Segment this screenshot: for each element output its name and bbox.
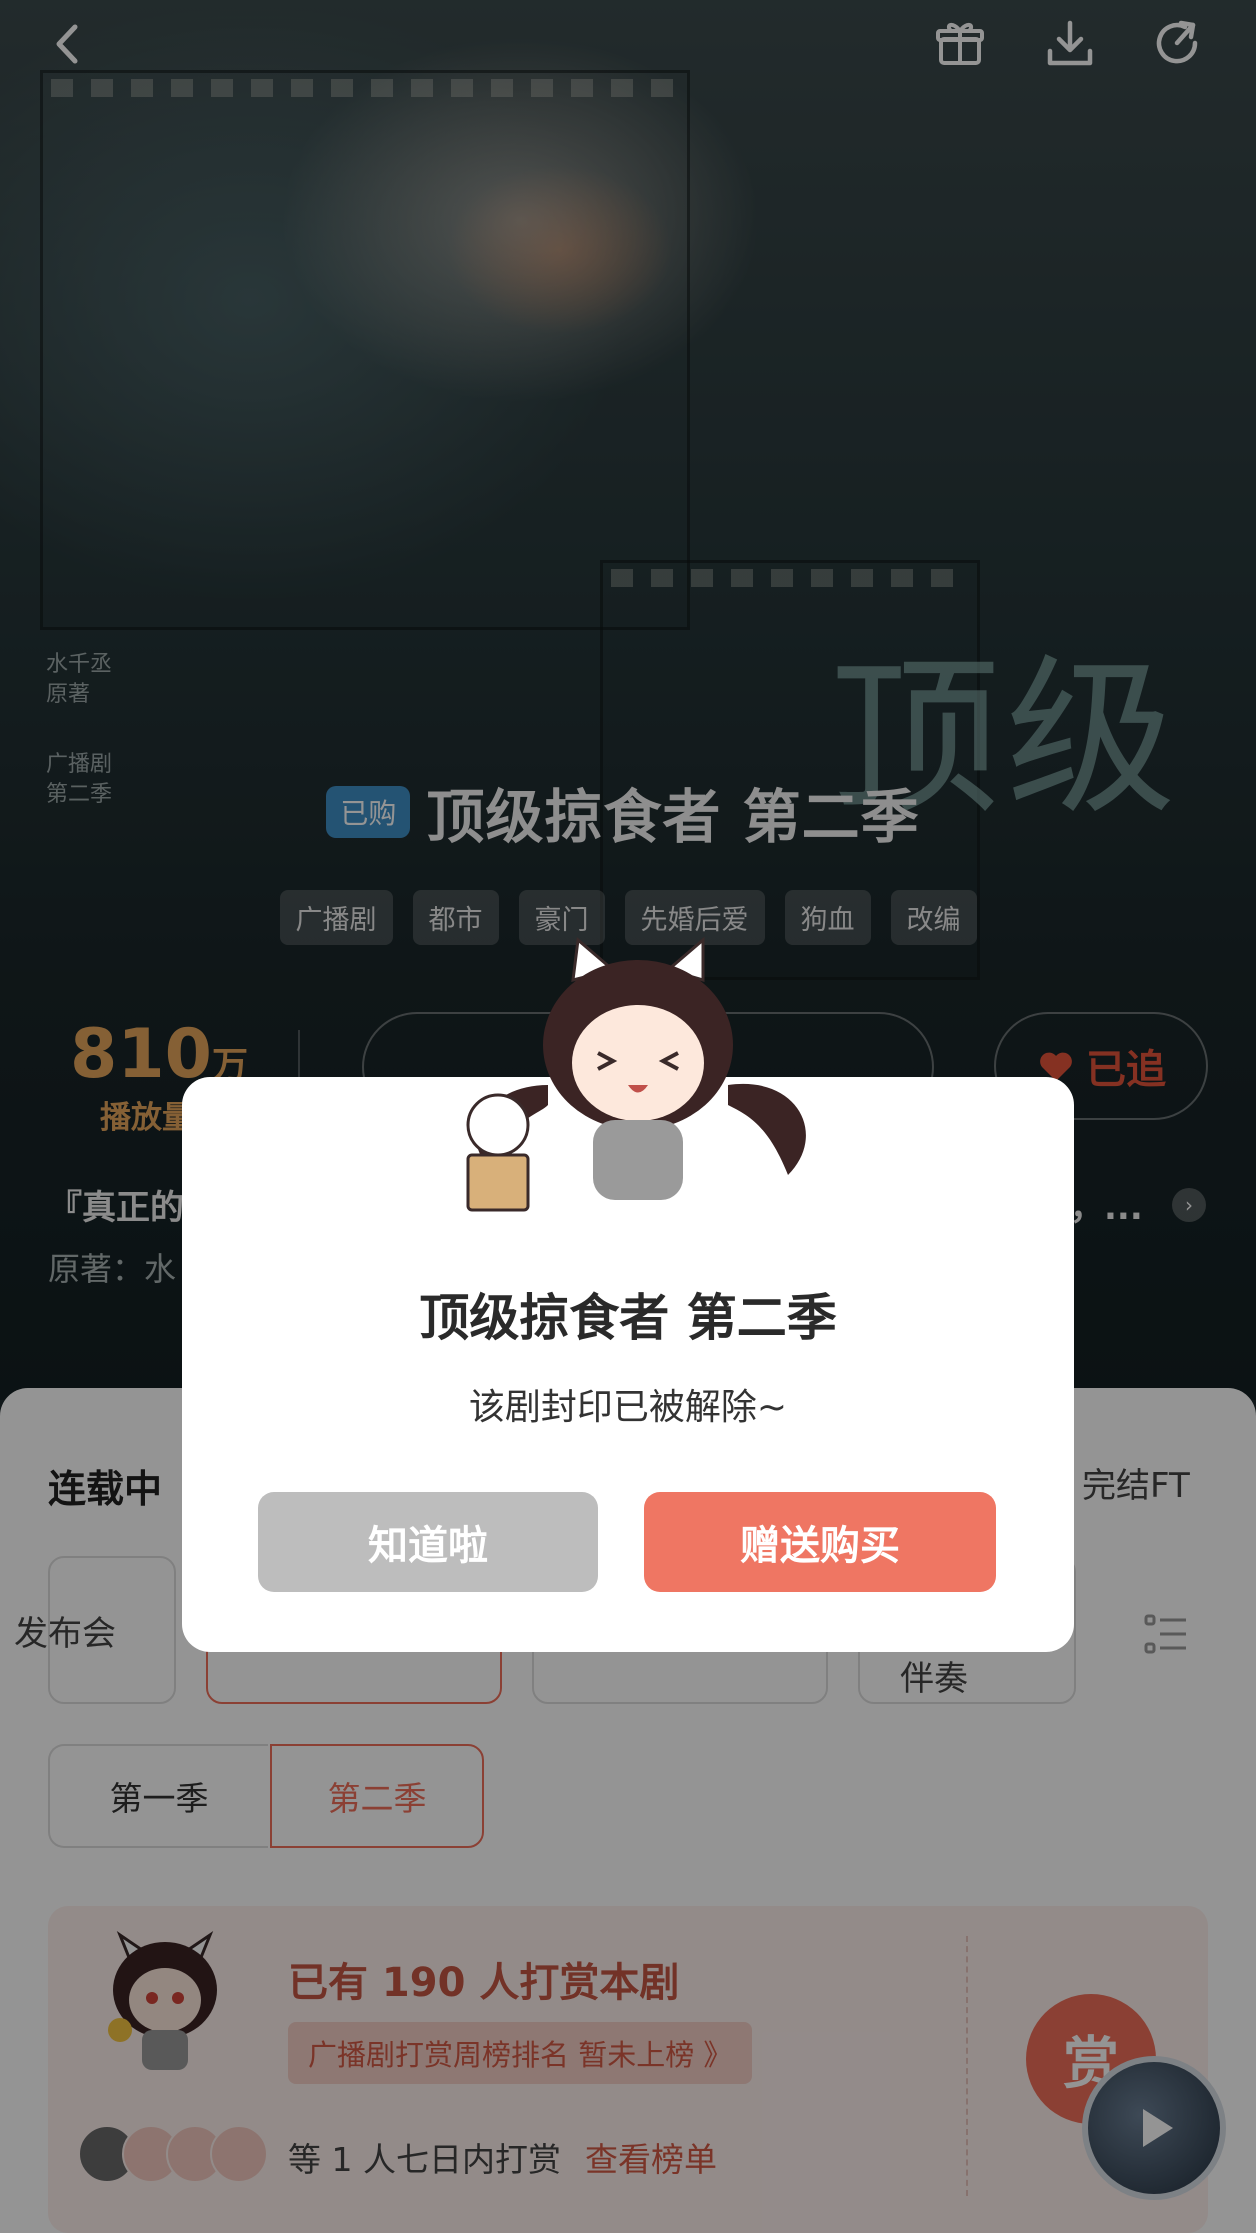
got-it-button[interactable]: 知道啦 [258,1492,598,1592]
gift-purchase-button[interactable]: 赠送购买 [644,1492,996,1592]
dialog-title: 顶级掠食者 第二季 [419,1289,837,1347]
mascot-illustration [466,936,806,1212]
dialog-message: 该剧封印已被解除~ [468,1387,788,1428]
